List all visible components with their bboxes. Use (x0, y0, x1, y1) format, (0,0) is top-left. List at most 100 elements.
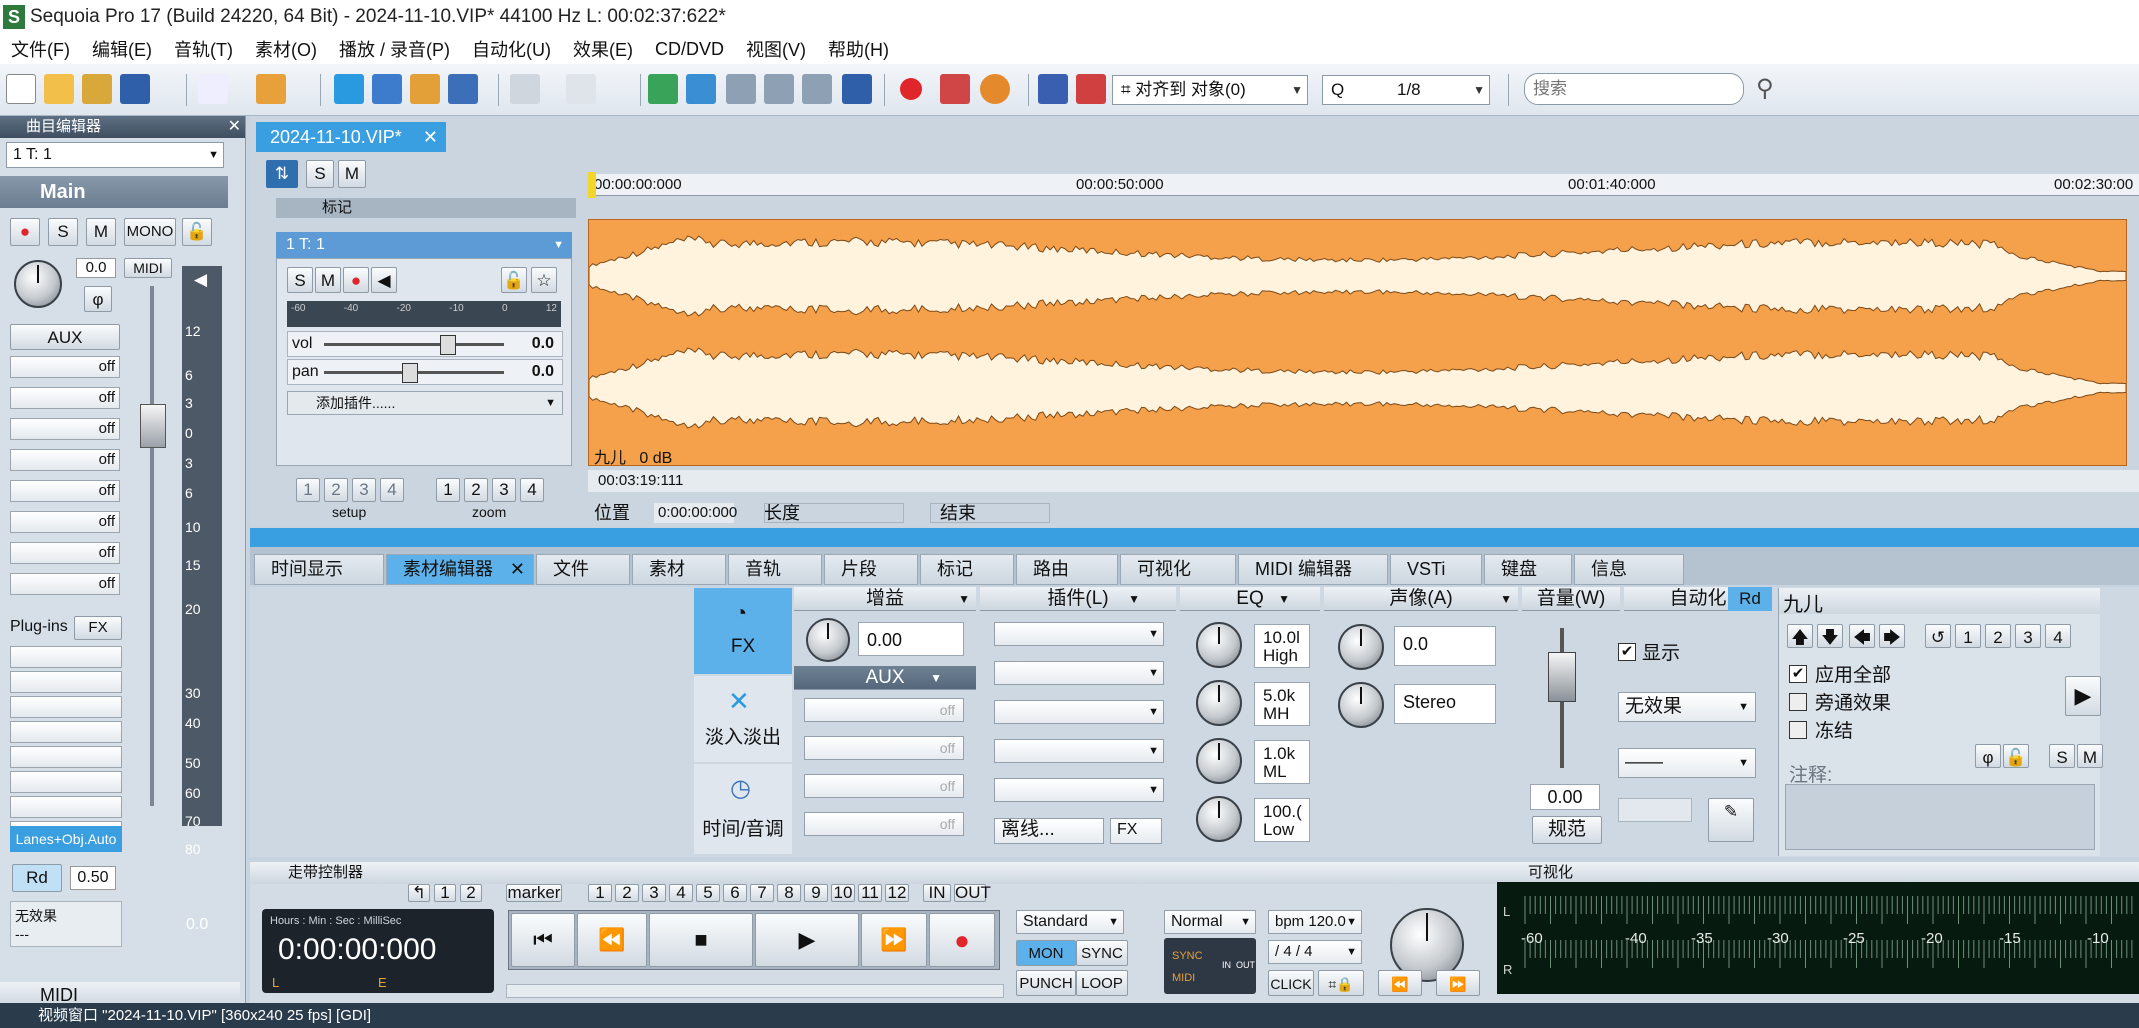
pan-knob[interactable] (14, 260, 62, 308)
tab-routing[interactable]: 路由 (1016, 554, 1118, 585)
search-icon[interactable]: ⚲ (1756, 74, 1786, 104)
aux-slot[interactable]: off (10, 356, 120, 378)
volume-fader[interactable] (140, 404, 166, 448)
aux-slot[interactable]: off (10, 573, 120, 595)
tab-clip-editor[interactable]: 素材编辑器 ✕ (386, 554, 534, 585)
plugin-slot[interactable] (10, 646, 122, 668)
global-mute-button[interactable]: M (338, 160, 366, 188)
speaker-icon[interactable]: ◀ (194, 270, 207, 290)
pan-value[interactable]: 0.0 (76, 258, 116, 278)
apply-all-checkbox[interactable]: ✔ 应用全部 (1789, 660, 1891, 687)
track-monitor-icon[interactable]: ◀ (371, 267, 397, 293)
add-plugin-dropdown[interactable]: 添加插件...... ▼ (287, 391, 563, 415)
rd-value[interactable]: 0.50 (70, 866, 116, 890)
close-panel-icon[interactable]: ✕ (228, 116, 241, 136)
loop-button[interactable]: LOOP (1076, 970, 1128, 996)
plugin-slot-dropdown[interactable]: ▼ (994, 778, 1164, 802)
mute-button[interactable]: M (86, 218, 116, 246)
clip-volume-value[interactable]: 0.00 (1530, 784, 1600, 810)
list-tool-icon[interactable] (410, 74, 440, 104)
track-tool-icon[interactable] (448, 74, 478, 104)
clip-pan-value[interactable]: 0.0 (1394, 626, 1496, 666)
audio-clip[interactable] (588, 219, 2127, 466)
aux-send-slot[interactable]: off (804, 698, 964, 722)
track-lock-icon[interactable]: 🔓 (501, 267, 527, 293)
preset-1-button[interactable]: 1 (1955, 624, 1981, 648)
clip-volume-fader[interactable] (1548, 652, 1576, 702)
quantize-dropdown[interactable]: Q 1/8 ▼ (1322, 75, 1490, 105)
plugin-slot[interactable] (10, 696, 122, 718)
tab-tracks[interactable]: 音轨 (728, 554, 822, 585)
save-icon[interactable] (120, 74, 150, 104)
clip-mute-button[interactable]: M (2077, 744, 2103, 768)
clip-solo-button[interactable]: S (2049, 744, 2075, 768)
track-select-dropdown[interactable]: 1 T: 1 ▼ (6, 142, 224, 168)
auto-edit-icon[interactable]: ✎ (1708, 798, 1754, 842)
plugin-slot-dropdown[interactable]: ▼ (994, 739, 1164, 763)
offline-dropdown[interactable]: 离线... (994, 818, 1104, 844)
aux-slot[interactable]: off (10, 480, 120, 502)
menu-view[interactable]: 视图(V) (735, 36, 817, 62)
gain-knob[interactable] (806, 618, 850, 662)
redo-icon[interactable] (566, 74, 596, 104)
project-tab[interactable]: 2024-11-10.VIP* ✕ (256, 122, 446, 152)
plugin-slot[interactable] (10, 671, 122, 693)
rewind-button[interactable]: ⏪ (577, 913, 647, 967)
solo-button[interactable]: S (48, 218, 78, 246)
sync-button[interactable]: SYNC (1076, 940, 1128, 966)
go-to-start-button[interactable]: ⏮ (511, 913, 575, 967)
tab-info[interactable]: 信息 (1574, 554, 1684, 585)
track-mute-button[interactable]: M (315, 267, 341, 293)
search-input[interactable] (1524, 73, 1744, 105)
plugin-slot[interactable] (10, 746, 122, 768)
eq-low-knob[interactable] (1196, 796, 1242, 842)
gain-value[interactable]: 0.00 (858, 622, 964, 656)
main-bus-label[interactable]: Main (0, 176, 228, 208)
menu-track[interactable]: 音轨(T) (163, 36, 244, 62)
global-solo-button[interactable]: S (306, 160, 334, 188)
jog-back-button[interactable]: ⏪ (1378, 970, 1422, 996)
snap-magnet-icon[interactable] (1076, 74, 1106, 104)
aux-slot[interactable]: off (10, 387, 120, 409)
plugin-slot[interactable] (10, 796, 122, 818)
tab-keyboard[interactable]: 键盘 (1484, 554, 1572, 585)
play-button[interactable]: ▶ (755, 913, 859, 967)
freeze-checkbox[interactable]: 冻结 (1789, 716, 1853, 743)
lanes-auto-button[interactable]: Lanes+Obj.Auto (10, 826, 122, 852)
tab-ranges[interactable]: 片段 (824, 554, 918, 585)
normalize-button[interactable]: 规范 (1532, 816, 1602, 844)
record-multi-icon[interactable] (940, 74, 970, 104)
bpm-dropdown[interactable]: bpm 120.0 ▼ (1268, 910, 1362, 934)
eq-high-value[interactable]: 10.0l High (1254, 624, 1310, 668)
vol-slider[interactable] (440, 335, 456, 355)
plugin-fx-dropdown[interactable]: FX (1110, 818, 1162, 844)
track-favorite-icon[interactable]: ☆ (531, 267, 557, 293)
track-mode-icon[interactable]: ⇅ (266, 160, 298, 188)
play-mode-dropdown[interactable]: Standard ▼ (1016, 910, 1124, 934)
preset-2-button[interactable]: 2 (1985, 624, 2011, 648)
plugin-slot-dropdown[interactable]: ▼ (994, 700, 1164, 724)
close-tab-icon[interactable]: ✕ (423, 122, 438, 152)
tab-time-display[interactable]: 时间显示 (254, 554, 384, 585)
phase-icon[interactable]: φ (84, 286, 112, 312)
pointer-tool-icon[interactable] (198, 74, 228, 104)
playhead-marker[interactable] (588, 172, 596, 198)
plugin-slot[interactable] (10, 721, 122, 743)
stereo-value[interactable]: Stereo (1394, 684, 1496, 724)
clip-lock-icon[interactable]: 🔓 (2003, 744, 2029, 768)
fx-dropdown[interactable]: FX (74, 616, 122, 640)
snap-dropdown[interactable]: ⌗ 对齐到 对象(0) ▼ (1112, 75, 1308, 105)
punch-button[interactable]: PUNCH (1016, 970, 1076, 996)
scissors-tool-icon[interactable] (334, 74, 364, 104)
snap-percent-icon[interactable] (648, 74, 678, 104)
mono-button[interactable]: MONO (124, 218, 176, 246)
normal-dropdown[interactable]: Normal ▼ (1164, 910, 1256, 934)
close-tab-icon[interactable]: ✕ (510, 555, 525, 584)
show-checkbox[interactable]: ✔ 显示 (1618, 638, 1680, 665)
move-up-icon[interactable]: 🡅 (1787, 624, 1813, 648)
open-folder-icon[interactable] (44, 74, 74, 104)
midi-small-button[interactable]: MIDI (124, 258, 172, 278)
eq-mh-knob[interactable] (1196, 680, 1242, 726)
mon-button[interactable]: MON (1016, 940, 1076, 966)
timeline-ruler[interactable]: 00:00:00:000 00:00:50:000 00:01:40:000 0… (588, 174, 2139, 196)
